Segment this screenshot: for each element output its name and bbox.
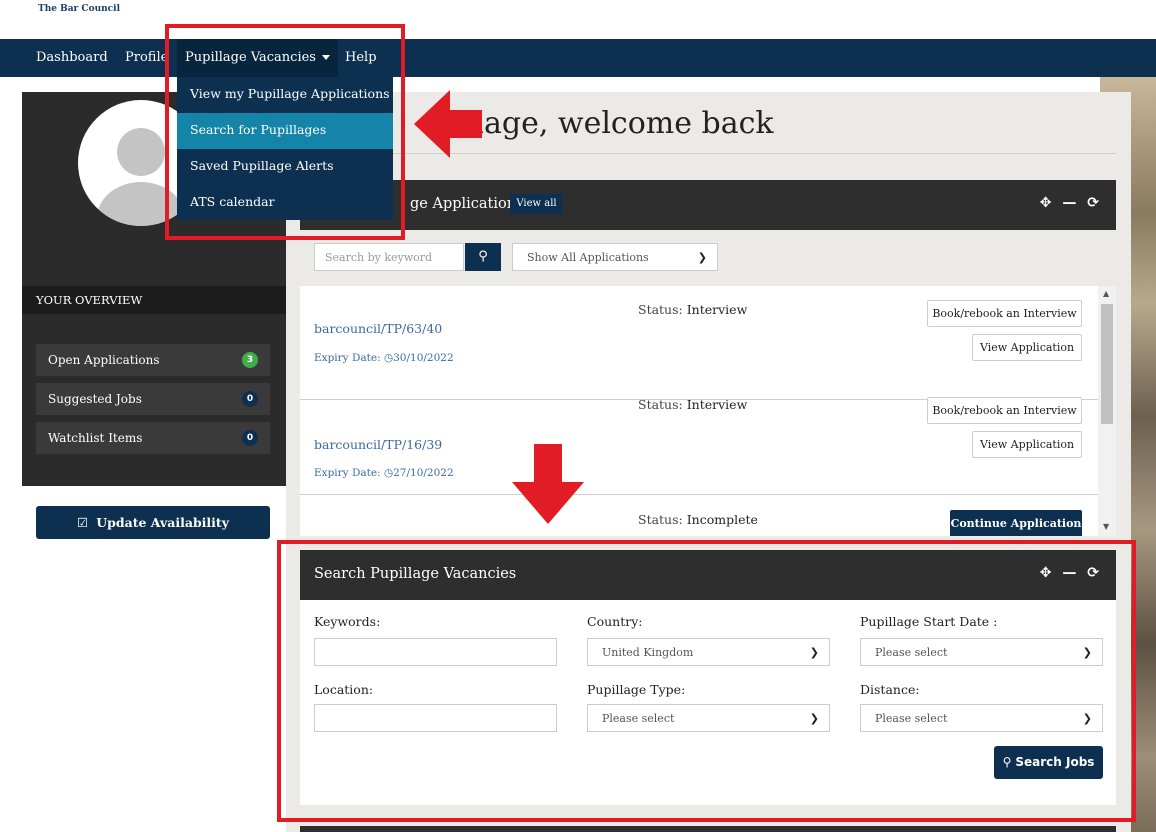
sidebar-item-label: Open Applications [48, 353, 160, 367]
annotation-box-menu [165, 24, 405, 240]
search-icon: ⚲ [478, 249, 488, 264]
status-text: Status: Interview [638, 302, 748, 317]
count-badge: 0 [242, 430, 258, 446]
view-application-button[interactable]: View Application [972, 334, 1082, 361]
annotation-box-search-panel [277, 540, 1136, 822]
applications-scrollbar[interactable]: ▲ ▼ [1098, 286, 1116, 536]
filter-value: Show All Applications [527, 251, 649, 264]
application-reference-link[interactable]: barcouncil/TP/16/39 [314, 437, 442, 452]
scroll-down-icon[interactable]: ▼ [1103, 522, 1109, 531]
sidebar-item-label: Suggested Jobs [48, 392, 142, 406]
status-text: Status: Incomplete [638, 512, 758, 527]
application-filter-select[interactable]: Show All Applications ❯ [512, 243, 718, 271]
application-reference-link[interactable]: barcouncil/TP/63/40 [314, 321, 442, 336]
move-icon[interactable]: ✥ [1040, 195, 1055, 211]
book-interview-button[interactable]: Book/rebook an Interview [927, 397, 1082, 424]
list-item: Status: Interview barcouncil/TP/16/39 Ex… [300, 381, 1098, 495]
sidebar-item-watchlist[interactable]: Watchlist Items 0 [36, 422, 270, 454]
chevron-down-icon: ❯ [697, 251, 707, 264]
search-button[interactable]: ⚲ [465, 243, 501, 271]
update-availability-label: Update Availability [96, 515, 229, 530]
scroll-up-icon[interactable]: ▲ [1103, 289, 1109, 298]
count-badge: 3 [242, 352, 258, 368]
update-availability-button[interactable]: ☑ Update Availability [36, 506, 270, 539]
scroll-thumb[interactable] [1101, 304, 1113, 424]
your-overview-header: YOUR OVERVIEW [22, 286, 286, 314]
applications-panel-header: ge Applications ✥ — ⟳ [300, 180, 1116, 230]
next-panel-header [300, 826, 1116, 832]
clock-icon: ◷ [383, 352, 394, 364]
keyword-search-input[interactable]: Search by keyword [314, 243, 464, 271]
left-arrow-icon [414, 90, 482, 158]
list-item: Status: Incomplete Continue Application [300, 496, 1098, 536]
applications-list[interactable]: Status: Interview barcouncil/TP/63/40 Ex… [300, 286, 1098, 536]
view-all-button[interactable]: View all [510, 194, 563, 214]
nav-profile[interactable]: Profile [125, 39, 168, 77]
expiry-date: Expiry Date: ◷30/10/2022 [314, 352, 454, 364]
refresh-icon[interactable]: ⟳ [1087, 195, 1102, 211]
expiry-date: Expiry Date: ◷27/10/2022 [314, 467, 454, 479]
brand-logo-text[interactable]: The Bar Council [38, 4, 120, 14]
sidebar-item-label: Watchlist Items [48, 431, 143, 445]
continue-application-button[interactable]: Continue Application [950, 510, 1082, 536]
applications-panel-title: ge Applications [410, 196, 524, 212]
minimize-icon[interactable]: — [1062, 195, 1079, 211]
calendar-check-icon: ☑ [77, 515, 89, 530]
clock-icon: ◷ [383, 467, 394, 479]
sidebar-item-open-applications[interactable]: Open Applications 3 [36, 344, 270, 376]
status-text: Status: Interview [638, 397, 748, 412]
count-badge: 0 [242, 391, 258, 407]
sidebar-item-suggested-jobs[interactable]: Suggested Jobs 0 [36, 383, 270, 415]
book-interview-button[interactable]: Book/rebook an Interview [927, 300, 1082, 327]
panel-controls: ✥ — ⟳ [1040, 195, 1102, 211]
nav-dashboard[interactable]: Dashboard [36, 39, 108, 77]
down-arrow-icon [512, 444, 584, 524]
view-application-button[interactable]: View Application [972, 431, 1082, 458]
